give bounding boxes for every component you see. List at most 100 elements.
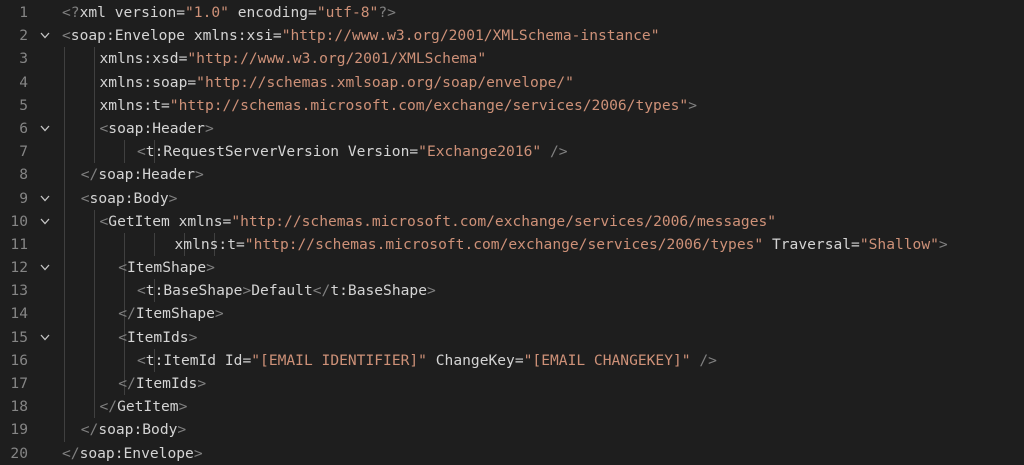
line-number: 8 [19, 166, 28, 184]
token-text: Default [251, 282, 313, 300]
token-attr: Id= [216, 351, 252, 369]
code-line[interactable]: 3 xmlns:xsd="http://www.w3.org/2001/XMLSc… [0, 47, 1024, 71]
code-line[interactable]: 16 <t:ItemId Id="[EMAIL IDENTIFIER]" Chan… [0, 348, 1024, 372]
token-punc: > [214, 305, 224, 323]
token-tag: soap:Envelope [79, 444, 194, 462]
token-punc: > [168, 189, 178, 207]
line-number: 11 [10, 235, 28, 253]
code-line[interactable]: 11 xmlns:t="http://schemas.microsoft.com/… [0, 232, 1024, 257]
token-attr: Version= [339, 143, 419, 161]
code-line[interactable]: 2 <soap:Envelope xmlns:xsi="http://www.w3… [0, 24, 1024, 47]
token-tag: ItemIds [135, 375, 198, 392]
code-content: xmlns:soap="http://schemas.xmlsoap.org/s… [62, 71, 574, 94]
token-attr: xmlns:t= [99, 96, 170, 114]
token-punc: > [938, 235, 948, 253]
code-line[interactable]: 10 <GetItem xmlns="http://schemas.microso… [0, 209, 1024, 233]
token-tag: ItemShape [135, 305, 215, 323]
chevron-down-icon[interactable] [40, 263, 50, 272]
token-str: "Shallow" [859, 235, 939, 253]
token-str: "[EMAIL IDENTIFIER]" [251, 351, 427, 369]
token-punc: < [80, 189, 90, 207]
token-tag: t:BaseShape [145, 282, 243, 300]
token-punc: </ [80, 421, 99, 439]
code-line[interactable]: 13 <t:BaseShape>Default</t:BaseShape> [0, 279, 1024, 303]
line-number: 17 [10, 375, 28, 392]
token-punc: < [62, 27, 71, 45]
code-line[interactable]: 14 </ItemShape> [0, 302, 1024, 326]
token-attr: xmlns:xsi= [185, 27, 282, 45]
code-line[interactable]: 9 <soap:Body> [0, 186, 1024, 210]
code-content: </soap:Envelope> [62, 442, 203, 465]
token-tag: soap:Body [89, 189, 169, 207]
line-number: 7 [19, 143, 28, 161]
code-line[interactable]: 1 <?xml version="1.0" encoding="utf-8"?> [0, 1, 1024, 24]
code-line[interactable]: 19 </soap:Body> [0, 418, 1024, 442]
token-punc: > [188, 328, 198, 346]
code-content: </soap:Header> [62, 163, 204, 186]
code-line[interactable]: 8 </soap:Header> [0, 163, 1024, 187]
token-punc: < [118, 259, 128, 277]
chevron-down-icon[interactable] [40, 31, 50, 40]
code-line[interactable]: 6 <soap:Header> [0, 116, 1024, 141]
code-content: xmlns:xsd="http://www.w3.org/2001/XMLSch… [62, 47, 487, 70]
token-punc: ?> [378, 4, 396, 21]
token-tag: soap:Header [98, 166, 195, 184]
code-content: <soap:Body> [62, 187, 178, 210]
code-line[interactable]: 17 </ItemIds> [0, 372, 1024, 396]
line-number: 5 [19, 96, 28, 114]
token-punc: </ [312, 282, 331, 300]
token-punc: > [242, 282, 252, 300]
token-attr: xmlns:xsd= [99, 50, 188, 68]
token-punc: </ [62, 444, 80, 462]
token-attr: version= [105, 4, 186, 21]
chevron-down-icon[interactable] [40, 124, 50, 133]
token-punc: < [118, 328, 128, 346]
chevron-down-icon[interactable] [40, 217, 50, 226]
code-line[interactable]: 7 <t:RequestServerVersion Version="Exchan… [0, 140, 1024, 164]
token-attr: ChangeKey= [426, 351, 524, 369]
token-str: "http://www.w3.org/2001/XMLSchema" [187, 50, 487, 68]
chevron-down-icon[interactable] [40, 333, 50, 342]
token-punc: </ [99, 398, 118, 416]
token-tag: ItemIds [127, 328, 189, 346]
line-number: 6 [19, 119, 28, 137]
code-content: <t:BaseShape>Default</t:BaseShape> [62, 279, 436, 302]
token-str: "http://schemas.microsoft.com/exchange/s… [169, 96, 689, 114]
token-punc: > [206, 259, 215, 277]
token-punc: /> [541, 143, 568, 161]
token-str: "utf-8" [316, 4, 379, 21]
code-line[interactable]: 4 xmlns:soap="http://schemas.xmlsoap.org/… [0, 70, 1024, 94]
token-attr: encoding= [228, 4, 317, 21]
token-punc: < [99, 119, 109, 137]
line-number: 10 [10, 212, 28, 230]
token-punc: > [194, 166, 204, 184]
token-tag: t:BaseShape [330, 282, 427, 300]
line-number: 14 [10, 305, 28, 323]
code-line[interactable]: 12 <ItemShape> [0, 256, 1024, 280]
token-punc: > [197, 375, 207, 392]
token-punc: > [178, 398, 188, 416]
code-line[interactable]: 20 </soap:Envelope> [0, 442, 1024, 465]
line-number: 15 [10, 328, 28, 346]
token-str: "[EMAIL CHANGEKEY]" [523, 351, 691, 369]
token-tag: soap:Header [108, 119, 205, 137]
line-number: 3 [19, 50, 28, 68]
token-attr: xmlns:t= [174, 235, 245, 253]
token-tag: xml [79, 4, 106, 21]
token-str: "http://www.w3.org/2001/XMLSchema-instan… [281, 27, 660, 45]
token-punc: </ [118, 375, 136, 392]
token-punc: < [137, 143, 146, 161]
chevron-down-icon[interactable] [40, 194, 50, 203]
token-str: "http://schemas.xmlsoap.org/soap/envelop… [196, 73, 574, 91]
line-number: 9 [19, 189, 28, 207]
code-line[interactable]: 5 xmlns:t="http://schemas.microsoft.com/e… [0, 93, 1024, 117]
code-line[interactable]: 15 <ItemIds> [0, 325, 1024, 349]
token-punc: < [137, 282, 146, 300]
token-str: "http://schemas.microsoft.com/exchange/s… [244, 235, 764, 253]
code-line[interactable]: 18 </GetItem> [0, 395, 1024, 419]
token-attr: Traversal= [763, 235, 860, 253]
code-editor[interactable]: 1 <?xml version="1.0" encoding="utf-8"?> 2… [0, 0, 1024, 465]
code-content: <GetItem xmlns="http://schemas.microsoft… [62, 210, 777, 233]
code-content: xmlns:t="http://schemas.microsoft.com/ex… [62, 94, 697, 117]
token-punc: </ [80, 166, 99, 184]
